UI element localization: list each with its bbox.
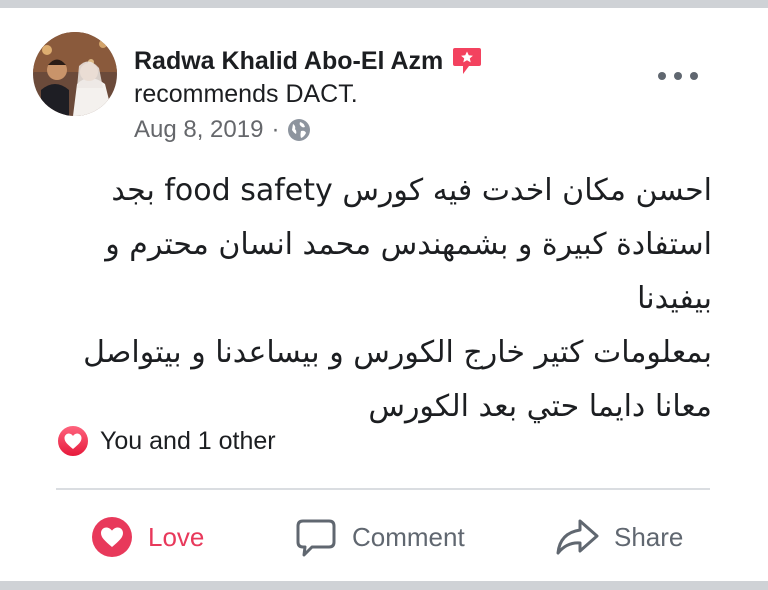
- divider: [56, 488, 710, 490]
- recommended-page-link[interactable]: DACT: [285, 80, 350, 108]
- post-body: احسن مكان اخدت فيه كورس food safety بجد …: [40, 164, 712, 434]
- love-label: Love: [148, 521, 205, 552]
- more-dot: [658, 72, 666, 80]
- love-button[interactable]: Love: [90, 508, 204, 566]
- post-date[interactable]: Aug 8, 2019: [134, 116, 263, 144]
- globe-icon: [287, 118, 311, 142]
- recommendation-post-card: Radwa Khalid Abo-El Azm recommends DACT.…: [0, 8, 768, 581]
- post-meta: Aug 8, 2019 ·: [134, 116, 311, 144]
- more-options-icon[interactable]: [658, 68, 698, 84]
- reaction-summary[interactable]: You and 1 other: [56, 424, 276, 458]
- heart-icon: [56, 424, 90, 458]
- more-dot: [674, 72, 682, 80]
- post-text-line: بمعلومات كتير خارج الكورس و بيساعدنا و ب…: [83, 335, 712, 370]
- recommendation-icon: [451, 46, 483, 76]
- more-dot: [690, 72, 698, 80]
- recommends-period: .: [350, 80, 358, 108]
- recommends-line: recommends DACT.: [134, 80, 358, 109]
- avatar[interactable]: [33, 32, 117, 116]
- love-heart-icon: [92, 517, 132, 557]
- comment-button[interactable]: Comment: [294, 508, 465, 566]
- post-text-line: استفادة كبيرة و بشمهندس محمد انسان محترم…: [105, 227, 712, 316]
- avatar-photo: [33, 32, 117, 116]
- share-label: Share: [614, 521, 684, 552]
- bottom-separator-bar: [0, 581, 768, 590]
- comment-label: Comment: [352, 521, 465, 552]
- action-bar: Love Comment Share: [0, 508, 768, 568]
- reaction-summary-text: You and 1 other: [100, 426, 276, 455]
- share-icon: [556, 519, 599, 555]
- meta-separator: ·: [271, 116, 280, 143]
- post-header-author: Radwa Khalid Abo-El Azm: [134, 46, 483, 76]
- author-name[interactable]: Radwa Khalid Abo-El Azm: [134, 47, 443, 76]
- post-text-line: احسن مكان اخدت فيه كورس food safety بجد: [111, 173, 712, 208]
- recommends-text: recommends: [134, 80, 286, 108]
- top-separator-bar: [0, 0, 768, 8]
- share-button[interactable]: Share: [554, 508, 683, 566]
- comment-icon: [296, 519, 336, 557]
